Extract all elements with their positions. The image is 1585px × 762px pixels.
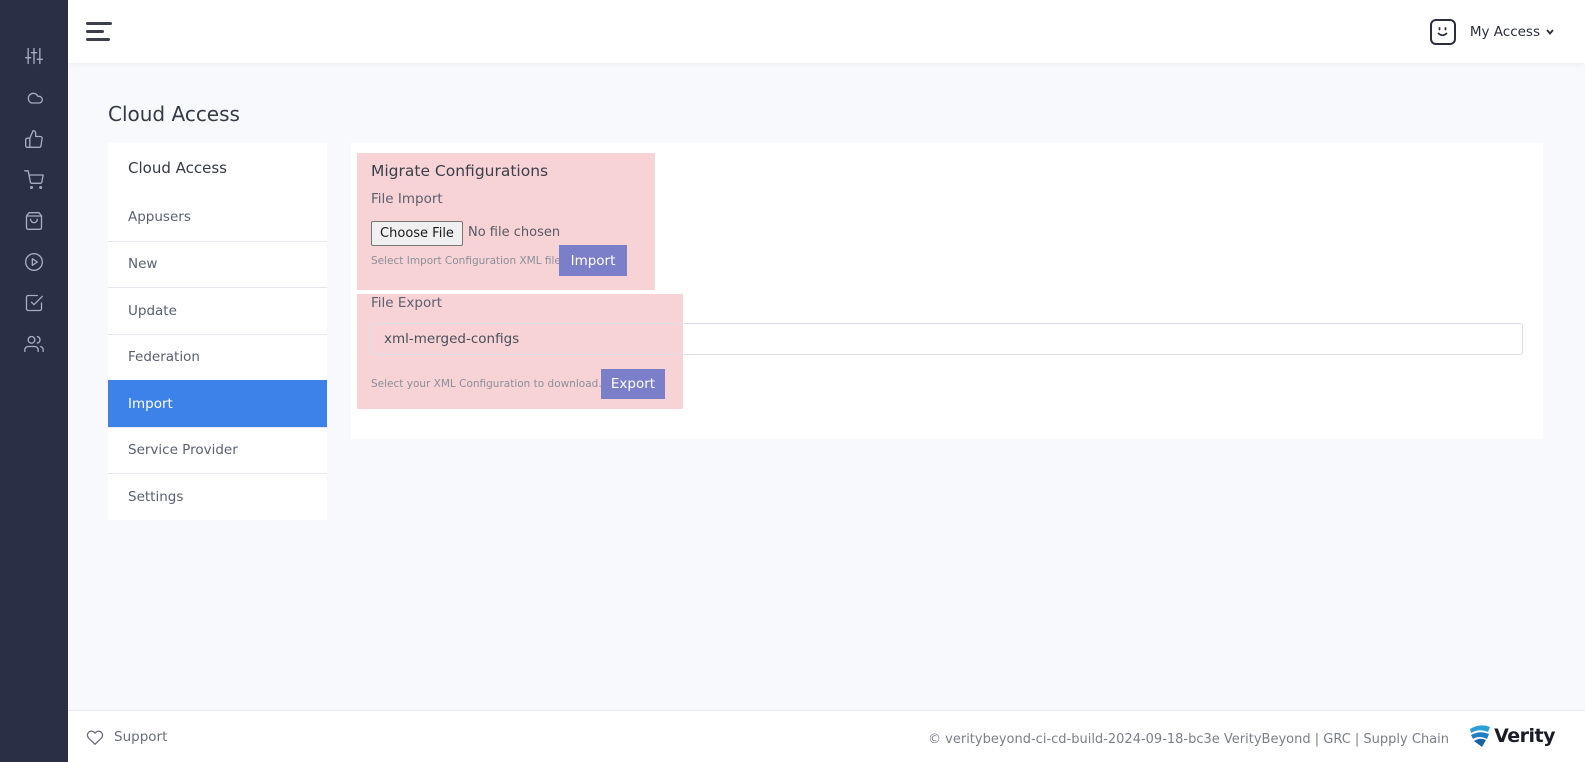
export-config-input[interactable]	[371, 323, 1523, 355]
import-button[interactable]: Import	[559, 245, 627, 276]
no-file-text: No file chosen	[468, 225, 561, 240]
export-hint: Select your XML Configuration to downloa…	[371, 378, 602, 390]
play-circle-icon[interactable]	[22, 250, 46, 274]
menu-item-new[interactable]: New	[108, 240, 327, 288]
chevron-down-icon	[1546, 29, 1554, 35]
footer: Support © veritybeyond-ci-cd-build-2024-…	[68, 710, 1585, 762]
brand-name: Verity	[1494, 725, 1555, 747]
choose-file-button[interactable]: Choose File	[371, 221, 463, 246]
sliders-icon[interactable]	[22, 44, 46, 68]
page-title: Cloud Access	[108, 102, 240, 126]
check-square-icon[interactable]	[22, 291, 46, 315]
thumbs-up-icon[interactable]	[22, 127, 46, 151]
user-menu[interactable]: My Access	[1429, 17, 1555, 47]
support-link[interactable]: Support	[86, 729, 167, 745]
verity-logo-icon	[1470, 725, 1491, 747]
migrate-title: Migrate Configurations	[371, 162, 549, 180]
menu-item-import[interactable]: Import	[108, 380, 327, 427]
menu-item-update[interactable]: Update	[108, 287, 327, 334]
support-label: Support	[114, 729, 168, 745]
icon-rail	[0, 0, 68, 762]
migrate-card: Migrate Configurations File Import Choos…	[351, 143, 1543, 439]
user-menu-label: My Access	[1469, 24, 1540, 40]
top-header: My Access	[68, 0, 1585, 63]
section-menu: Cloud Access Appusers New Update Federat…	[108, 143, 327, 520]
import-hint: Select Import Configuration XML file	[371, 255, 561, 267]
menu-toggle-icon[interactable]	[86, 19, 114, 43]
menu-item-service-provider[interactable]: Service Provider	[108, 426, 327, 474]
users-icon[interactable]	[22, 332, 46, 356]
smile-avatar-icon	[1429, 19, 1456, 45]
copyright-text: © veritybeyond-ci-cd-build-2024-09-18-bc…	[928, 732, 1449, 747]
export-button[interactable]: Export	[601, 369, 665, 399]
cart-icon[interactable]	[22, 168, 46, 192]
file-import-label: File Import	[371, 191, 443, 207]
file-export-label: File Export	[371, 295, 443, 311]
menu-item-settings[interactable]: Settings	[108, 473, 327, 520]
brand-logo: Verity	[1468, 723, 1555, 749]
menu-heading: Cloud Access	[128, 159, 227, 177]
menu-item-appusers[interactable]: Appusers	[108, 194, 327, 241]
shopping-bag-icon[interactable]	[22, 209, 46, 233]
menu-item-federation[interactable]: Federation	[108, 333, 327, 381]
cloud-icon[interactable]	[22, 86, 46, 110]
heart-icon	[86, 730, 104, 745]
